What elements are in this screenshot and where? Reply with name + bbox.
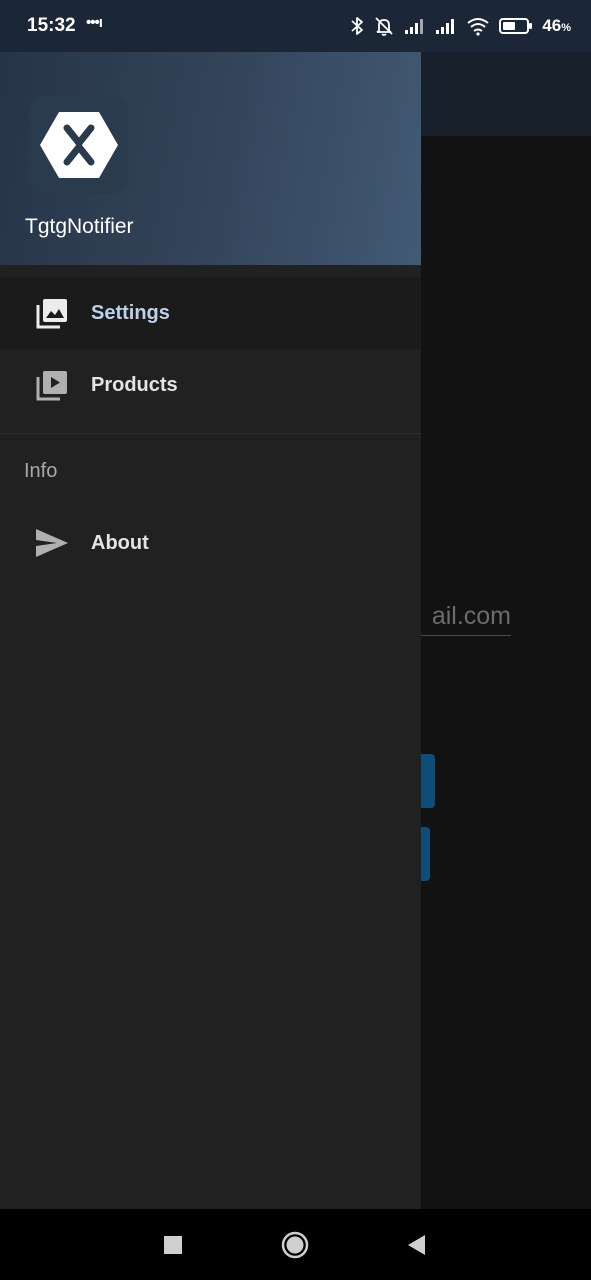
bluetooth-icon [351,17,364,35]
drawer-header: TgtgNotifier [0,52,421,265]
video-library-icon [34,367,70,403]
drawer-app-name: TgtgNotifier [25,215,134,238]
nav-item-label: Products [91,373,178,396]
notification-dots: •••ı [86,14,103,31]
nav-item-about[interactable]: About [0,507,421,579]
system-nav-bar [0,1209,591,1280]
circle-icon [281,1231,309,1258]
battery-percent: 46% [542,16,571,35]
signal-icon [436,19,455,34]
wifi-icon [467,18,489,36]
drawer-section-title: Info [24,460,58,482]
recents-button[interactable] [143,1209,203,1280]
xamarin-logo-icon [29,95,128,194]
send-icon [34,525,70,561]
status-icons: 46% [350,14,571,38]
back-button[interactable] [386,1209,446,1280]
status-bar: 15:32 •••ı 46% [0,0,591,52]
signal-icon [405,19,424,34]
alarm-off-icon [375,17,393,36]
home-button[interactable] [265,1209,325,1280]
drawer-divider [0,433,421,434]
photo-library-icon [34,295,70,331]
nav-item-products[interactable]: Products [0,349,421,421]
nav-item-label: Settings [91,301,170,324]
navigation-drawer: TgtgNotifier Settings Products Info Abou… [0,52,421,1209]
nav-item-settings[interactable]: Settings [0,277,421,349]
nav-item-label: About [91,531,149,554]
status-time: 15:32 [27,15,76,36]
battery-icon [499,18,533,34]
square-icon [164,1235,182,1254]
triangle-back-icon [408,1234,425,1255]
